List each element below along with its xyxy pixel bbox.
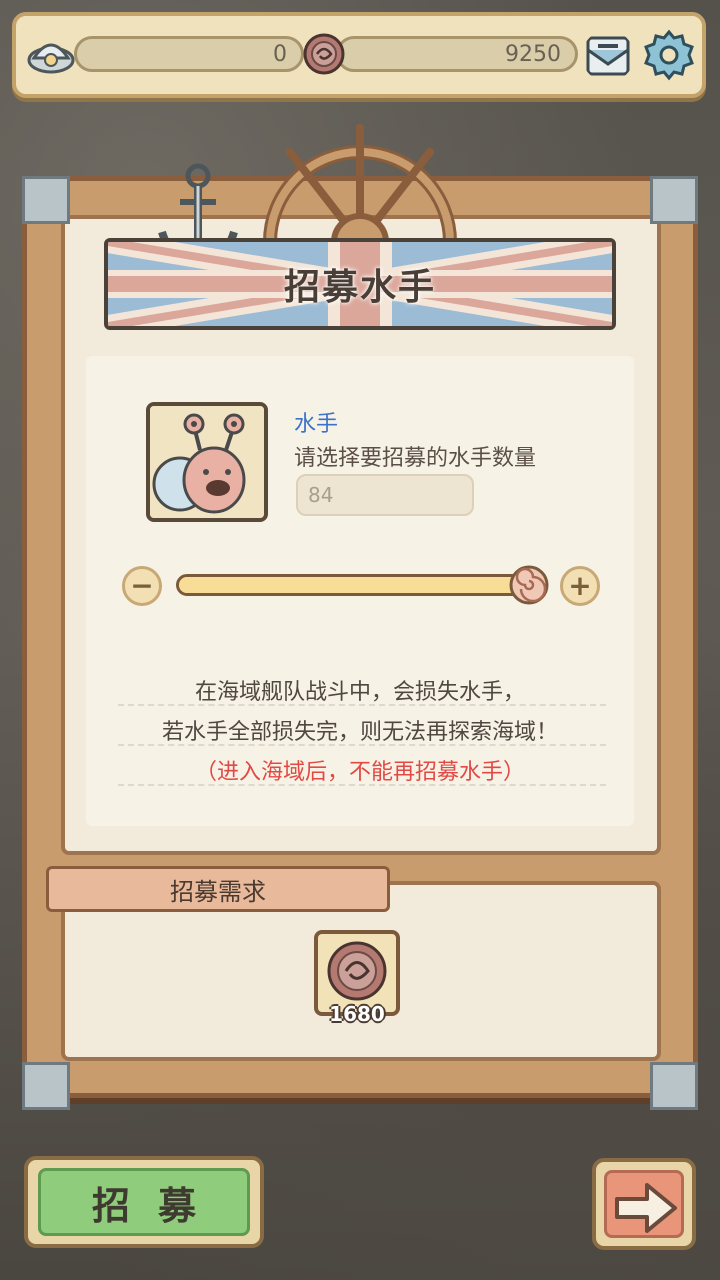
coin-icon xyxy=(303,33,345,75)
helm-hat-icon xyxy=(27,43,75,74)
slider-fill xyxy=(179,577,535,593)
corner-bracket-icon xyxy=(650,176,698,224)
gear-icon[interactable] xyxy=(642,28,696,82)
resource-counter-coins: 9250 xyxy=(336,36,578,72)
info-line-1: 在海域舰队战斗中，会损失水手， xyxy=(194,680,525,705)
mail-icon[interactable] xyxy=(582,30,634,82)
arrow-right-icon xyxy=(615,1183,677,1233)
increase-button[interactable]: + xyxy=(560,566,600,606)
ship-wheel-icon xyxy=(263,124,457,242)
next-button[interactable] xyxy=(592,1158,696,1250)
resource-counter-left: 0 xyxy=(74,36,304,72)
top-resource-bar: 0 9250 xyxy=(12,12,706,98)
title-banner: 招募水手 xyxy=(104,238,616,330)
corner-bracket-icon xyxy=(22,1062,70,1110)
unit-name-link[interactable]: 水手 xyxy=(294,406,338,438)
sailor-portrait xyxy=(146,402,268,522)
corner-bracket-icon xyxy=(650,1062,698,1110)
snail-sailor-icon xyxy=(150,406,264,518)
requirements-label: 招募需求 xyxy=(170,877,266,906)
info-line-2: 若水手全部损失完，则无法再探索海域！ xyxy=(161,720,558,745)
page-title: 招募水手 xyxy=(283,267,436,308)
corner-bracket-icon xyxy=(22,176,70,224)
decrease-button[interactable]: − xyxy=(122,566,162,606)
next-button-face xyxy=(604,1170,684,1238)
coin-icon xyxy=(327,941,387,1001)
quantity-value: 84 xyxy=(308,483,334,507)
quantity-slider[interactable] xyxy=(176,574,538,596)
cost-amount: 1680 xyxy=(329,1002,385,1026)
divider xyxy=(118,784,606,786)
slider-thumb-shell-icon[interactable] xyxy=(508,564,550,606)
resource-value-coins: 9250 xyxy=(505,41,561,67)
divider xyxy=(118,704,606,706)
quantity-field[interactable]: 84 xyxy=(296,474,474,516)
quantity-prompt: 请选择要招募的水手数量 xyxy=(294,446,537,471)
recruit-button-label: 招募 xyxy=(38,1168,250,1236)
divider xyxy=(118,744,606,746)
requirements-header: 招募需求 xyxy=(46,866,390,912)
resource-value-left: 0 xyxy=(273,41,287,67)
recruit-button[interactable]: 招募 xyxy=(24,1156,264,1248)
warning-text: （进入海域后，不能再招募水手） xyxy=(194,760,525,785)
